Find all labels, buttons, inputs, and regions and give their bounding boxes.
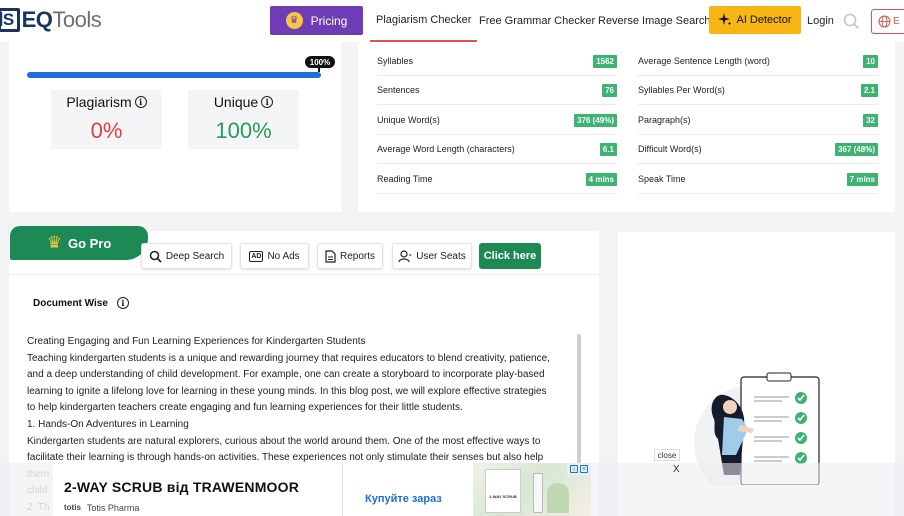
plagiarism-value: 0% [90,118,123,143]
stat-label: Paragraph(s) [638,115,691,125]
stat-row-left: Average Word Length (characters) 6.1 [377,135,617,164]
stat-value-badge: 10 [863,54,878,68]
ad-sponsor: totis Totis Pharma [64,503,139,513]
product-box [485,469,521,513]
language-label: E [893,16,900,27]
divider [9,274,599,275]
nav-reverse-image-search[interactable]: Reverse Image Search [598,0,711,42]
document-line: and a deep understanding of child develo… [27,369,545,381]
stat-label: Sentences [377,85,420,95]
reports-button[interactable]: Reports [317,243,383,269]
plagiarism-card: Plagiarism i 0% [51,90,162,149]
progress-badge: 100% [305,56,335,72]
close-ad-x[interactable]: X [673,464,680,475]
stat-label: Average Word Length (characters) [377,144,515,154]
sparkle-icon [718,13,732,26]
document-wise-heading: Document Wise i [33,297,129,309]
deep-search-button[interactable]: Deep Search [141,243,232,269]
document-line: Creating Engaging and Fun Learning Exper… [27,336,366,347]
unique-card: Unique i 100% [188,90,299,149]
stat-value-badge: 7 mins [846,172,878,186]
nav-plagiarism-checker[interactable]: Plagiarism Checker [370,0,478,42]
ad-title[interactable]: 2-WAY SCRUB від TRAWENMOOR [64,479,299,495]
stat-value-badge: 2.1 [860,83,878,97]
sponsor-logo: totis [64,503,81,512]
language-selector[interactable]: E [871,9,904,34]
product-leaves [547,483,569,513]
stat-label: Syllables Per Word(s) [638,85,725,95]
stat-row-left: Reading Time 4 mins [377,165,617,194]
stat-row-left: Sentences 76 [377,76,617,105]
stat-value-badge: 6.1 [599,142,617,156]
ad-banner[interactable]: 2-WAY SCRUB від TRAWENMOOR totis Totis P… [53,463,591,516]
product-tube [533,473,543,513]
ad-choices-icon[interactable]: i × [567,463,591,475]
info-icon[interactable]: i [261,96,274,108]
globe-icon [878,15,891,28]
ad-icon: AD [249,250,264,262]
plagiarism-label: Plagiarism [66,94,132,110]
pricing-button[interactable]: ♛ Pricing [270,6,363,35]
progress-fill [27,72,321,78]
no-ads-button[interactable]: AD No Ads [240,243,309,269]
stat-value-badge: 1562 [593,54,617,68]
crown-icon: ♛ [46,233,62,252]
product-label: 2-WAY SCRUB [489,494,517,499]
document-line: Teaching kindergarten students is a uniq… [27,352,550,364]
logo-box: S [0,8,20,32]
search-icon [149,250,162,263]
stat-row-left: Unique Word(s) 376 (49%) [377,106,617,135]
document-line: 1. Hands-On Adventures in Learning [27,418,189,430]
stat-label: Difficult Word(s) [638,144,702,154]
stat-label: Unique Word(s) [377,115,440,125]
unique-label: Unique [213,94,259,110]
document-line: Kindergarten students are natural explor… [27,435,541,447]
sponsor-name: Totis Pharma [86,503,140,513]
stat-row-right: Difficult Word(s) 367 (48%) [638,135,878,164]
top-header: I S EQTools ♛ Pricing Plagiarism Checker… [0,0,904,42]
stat-label: Reading Time [377,174,433,184]
stat-row-right: Average Sentence Length (word) 10 [638,47,878,76]
go-pro-label: Go Pro [67,235,112,251]
stat-label: Syllables [377,56,414,66]
ad-divider [342,463,343,516]
document-line: to help kindergarten teachers create eng… [27,402,463,414]
pricing-label: Pricing [310,13,348,28]
close-ad-label[interactable]: close [654,449,680,461]
stat-label: Speak Time [638,174,686,184]
stat-value-badge: 376 (49%) [574,113,617,127]
go-pro-tab[interactable]: ♛ Go Pro [10,226,148,260]
user-seats-button[interactable]: User Seats [392,243,472,269]
stat-value-badge: 76 [602,83,617,97]
logo-brand: EQTools [21,7,102,32]
nav-free-grammar-checker[interactable]: Free Grammar Checker [479,0,595,42]
stat-value-badge: 32 [863,113,878,127]
ad-cta-link[interactable]: Купуйте зараз [365,493,442,505]
document-line: learning to ignite a lifelong love for l… [27,385,547,397]
stat-row-right: Syllables Per Word(s) 2.1 [638,76,878,105]
stat-row-right: Paragraph(s) 32 [638,106,878,135]
stat-value-badge: 4 mins [585,172,617,186]
stat-label: Average Sentence Length (word) [638,56,770,66]
progress-track [27,72,321,78]
info-icon[interactable]: i [134,96,147,108]
ai-detector-button[interactable]: AI Detector [709,6,801,34]
document-icon [325,249,336,263]
site-logo[interactable]: I S EQTools [0,6,102,34]
stat-row-right: Speak Time 7 mins [638,165,878,194]
user-icon [398,249,412,262]
info-icon[interactable]: i [116,297,129,309]
click-here-button[interactable]: Click here [479,243,541,269]
crown-icon: ♛ [285,12,303,29]
unique-value: 100% [215,118,272,143]
stat-value-badge: 367 (48%) [835,142,878,156]
search-icon[interactable] [843,13,860,30]
login-link[interactable]: Login [807,0,834,42]
stat-row-left: Syllables 1562 [377,47,617,76]
